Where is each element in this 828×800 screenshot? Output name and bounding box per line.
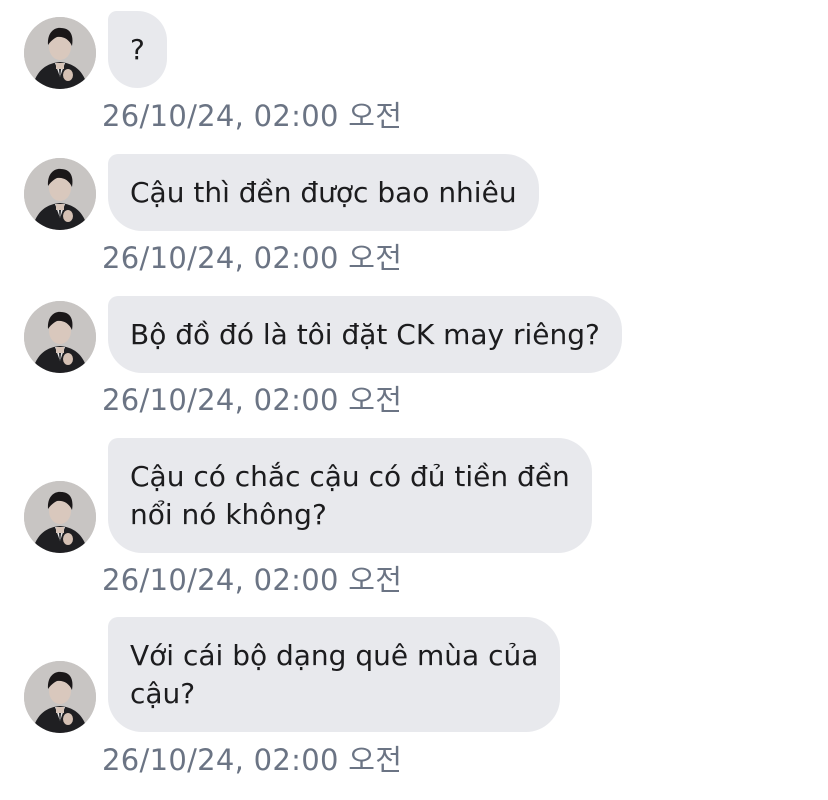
message-timestamp: 26/10/24, 02:00 오전 <box>102 241 403 275</box>
message-bubble[interactable]: Cậu có chắc cậu có đủ tiền đền nổi nó kh… <box>108 438 592 553</box>
contact-avatar[interactable] <box>24 158 96 230</box>
message-timestamp: 26/10/24, 02:00 오전 <box>102 99 403 133</box>
contact-avatar[interactable] <box>24 481 96 553</box>
person-portrait-icon <box>24 17 96 89</box>
contact-avatar[interactable] <box>24 17 96 89</box>
message-bubble[interactable]: Bộ đồ đó là tôi đặt CK may riêng? <box>108 296 622 373</box>
message-timestamp: 26/10/24, 02:00 오전 <box>102 563 403 597</box>
person-portrait-icon <box>24 661 96 733</box>
contact-avatar[interactable] <box>24 661 96 733</box>
contact-avatar[interactable] <box>24 301 96 373</box>
person-portrait-icon <box>24 481 96 553</box>
person-portrait-icon <box>24 158 96 230</box>
person-portrait-icon <box>24 301 96 373</box>
message-timestamp: 26/10/24, 02:00 오전 <box>102 383 403 417</box>
message-bubble[interactable]: Cậu thì đền được bao nhiêu <box>108 154 539 231</box>
message-bubble[interactable]: Với cái bộ dạng quê mùa của cậu? <box>108 617 561 732</box>
message-timestamp: 26/10/24, 02:00 오전 <box>102 743 403 777</box>
message-bubble[interactable]: ? <box>108 11 167 88</box>
